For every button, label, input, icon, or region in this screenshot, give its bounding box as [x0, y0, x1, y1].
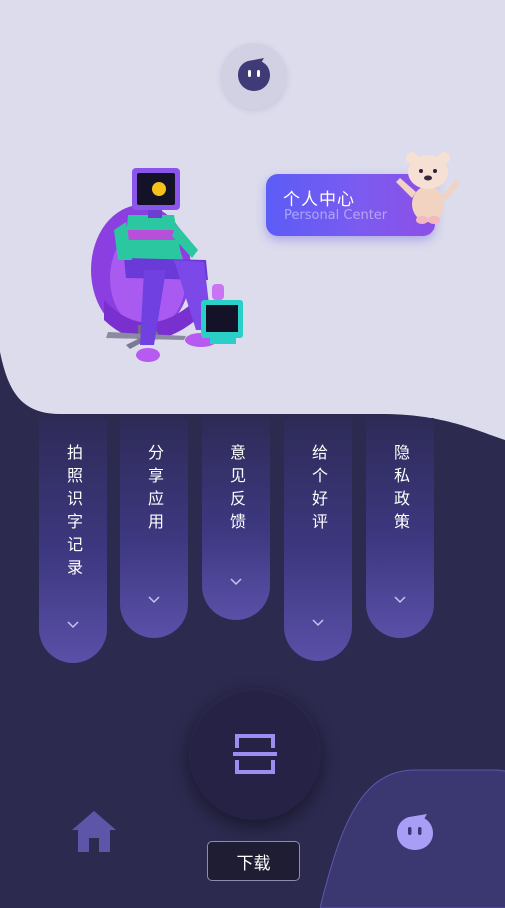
- menu-item-label: 分享应用: [145, 444, 164, 536]
- chevron-down-icon: [312, 619, 324, 627]
- chevron-down-icon: [394, 596, 406, 604]
- chat-face-icon: [238, 58, 270, 91]
- personal-center-subtitle: Personal Center: [284, 208, 388, 223]
- menu-item-rate[interactable]: 给个好评: [284, 418, 352, 661]
- menu-item-label: 给个好评: [309, 444, 328, 536]
- menu-item-label: 意见反馈: [227, 444, 246, 536]
- chat-face-icon[interactable]: [393, 812, 437, 854]
- scan-button[interactable]: [189, 688, 321, 820]
- chevron-down-icon: [148, 596, 160, 604]
- hero-illustration: [91, 168, 243, 362]
- status-bar: [0, 0, 505, 44]
- menu-item-label: 拍照识字记录: [64, 444, 83, 582]
- scan-icon: [233, 734, 277, 774]
- menu-item-feedback[interactable]: 意见反馈: [202, 418, 270, 620]
- menu-item-label: 隐私政策: [391, 444, 410, 536]
- menu-item-photo-record[interactable]: 拍照识字记录: [39, 418, 107, 663]
- download-button[interactable]: 下载: [207, 841, 300, 881]
- menu-item-share-app[interactable]: 分享应用: [120, 418, 188, 638]
- personal-center-title: 个人中心: [283, 190, 355, 210]
- bear-mascot: [396, 152, 460, 224]
- header-avatar[interactable]: [221, 43, 287, 109]
- home-icon[interactable]: [69, 808, 119, 856]
- menu-item-privacy-policy[interactable]: 隐私政策: [366, 418, 434, 638]
- chevron-down-icon: [67, 621, 79, 629]
- chevron-down-icon: [230, 578, 242, 586]
